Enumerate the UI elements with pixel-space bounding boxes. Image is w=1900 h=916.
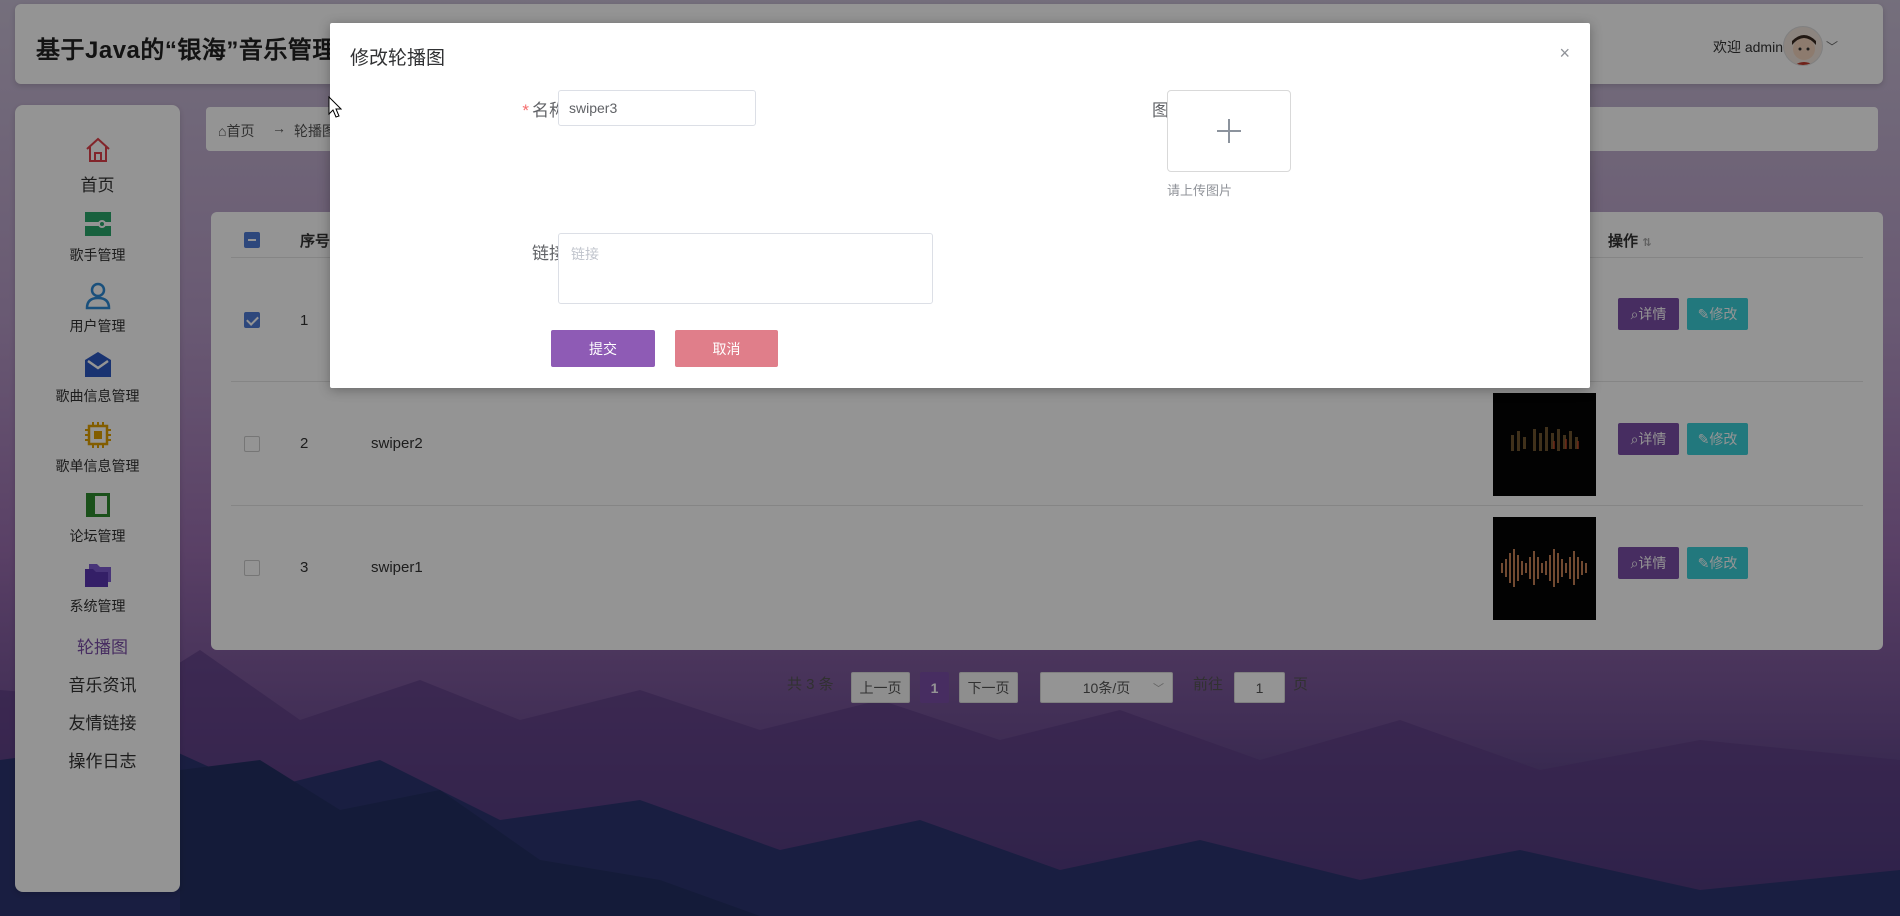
- name-label: * 名称: [522, 101, 566, 120]
- mouse-cursor-icon: [328, 96, 342, 118]
- edit-carousel-dialog: 修改轮播图 × *名称 swiper3 图片 请上传图片 链接 链接 提交 取消: [330, 23, 1590, 388]
- plus-icon: [1217, 119, 1241, 143]
- upload-hint: 请上传图片: [1167, 183, 1233, 198]
- name-input[interactable]: swiper3: [558, 90, 756, 126]
- link-textarea[interactable]: 链接: [558, 233, 933, 304]
- close-icon[interactable]: ×: [1559, 43, 1570, 64]
- cancel-button[interactable]: 取消: [675, 330, 778, 367]
- link-label: 链接: [532, 244, 566, 263]
- dialog-title: 修改轮播图: [350, 48, 446, 69]
- submit-button[interactable]: 提交: [551, 330, 655, 367]
- image-upload[interactable]: [1167, 90, 1291, 172]
